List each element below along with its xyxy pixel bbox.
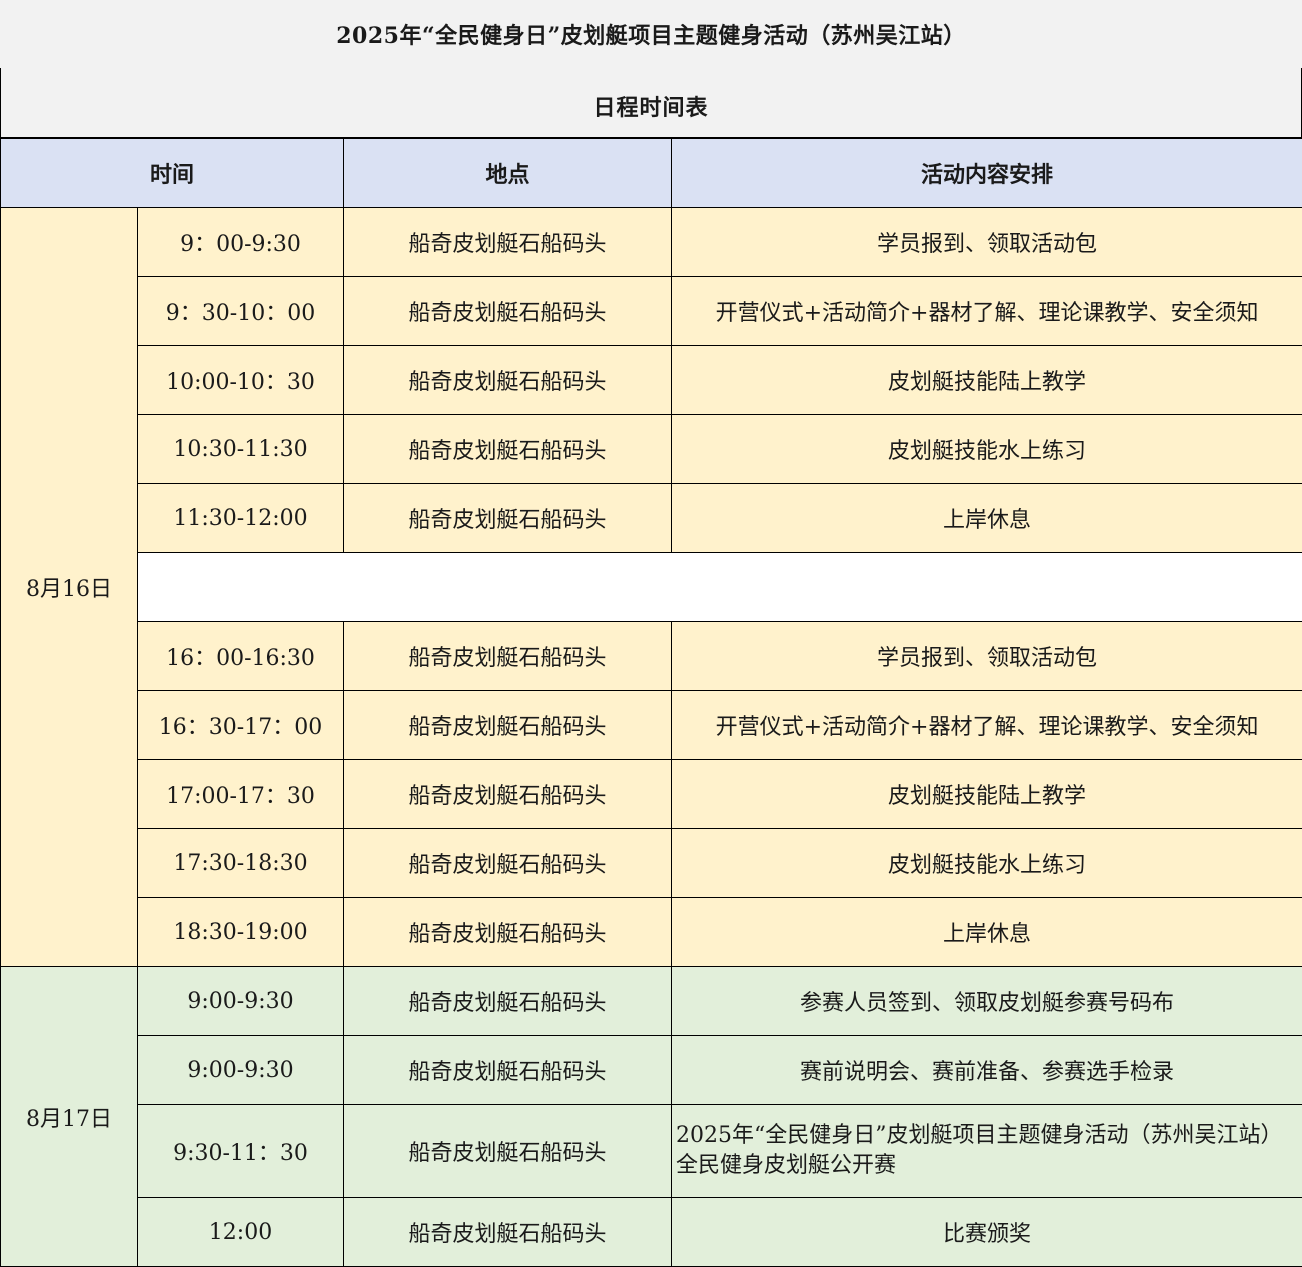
schedule-sheet: 2025年“全民健身日”皮划艇项目主题健身活动（苏州吴江站） 日程时间表 时间 …: [0, 0, 1302, 1267]
time-cell: 9:00-9:30: [136, 1035, 345, 1105]
break-row: [1, 552, 1302, 622]
time-cell: 10:00-10：30: [136, 345, 345, 415]
column-header-time: 时间: [0, 138, 345, 208]
time-cell: 18:30-19:00: [136, 897, 345, 967]
time-cell: 10:30-11:30: [136, 414, 345, 484]
title-border-left: [0, 68, 1, 138]
column-header-activity: 活动内容安排: [671, 138, 1302, 208]
table-row: 12:00 船奇皮划艇石船码头 比赛颁奖: [1, 1197, 1302, 1267]
location-cell: 船奇皮划艇石船码头: [343, 1104, 673, 1198]
activity-cell: 比赛颁奖: [671, 1197, 1302, 1267]
location-cell: 船奇皮划艇石船码头: [343, 759, 673, 829]
time-cell: 9:00-9:30: [136, 966, 345, 1036]
date-cell-day2: 8月17日: [0, 966, 138, 1267]
activity-cell: 学员报到、领取活动包: [671, 621, 1302, 691]
table-row: 11:30-12:00 船奇皮划艇石船码头 上岸休息: [1, 483, 1302, 553]
location-cell: 船奇皮划艇石船码头: [343, 966, 673, 1036]
time-cell: 9：00-9:30: [136, 207, 345, 277]
location-cell: 船奇皮划艇石船码头: [343, 276, 673, 346]
activity-cell: 皮划艇技能水上练习: [671, 414, 1302, 484]
activity-cell: 赛前说明会、赛前准备、参赛选手检录: [671, 1035, 1302, 1105]
table-row: 10:00-10：30 船奇皮划艇石船码头 皮划艇技能陆上教学: [1, 345, 1302, 415]
table-row: 10:30-11:30 船奇皮划艇石船码头 皮划艇技能水上练习: [1, 414, 1302, 484]
activity-cell: 开营仪式+活动简介+器材了解、理论课教学、安全须知: [671, 276, 1302, 346]
title-block: 2025年“全民健身日”皮划艇项目主题健身活动（苏州吴江站） 日程时间表: [0, 0, 1302, 138]
location-cell: 船奇皮划艇石船码头: [343, 897, 673, 967]
location-cell: 船奇皮划艇石船码头: [343, 345, 673, 415]
schedule-subtitle: 日程时间表: [593, 95, 709, 121]
activity-cell: 皮划艇技能水上练习: [671, 828, 1302, 898]
break-cell: [136, 552, 1302, 622]
location-cell: 船奇皮划艇石船码头: [343, 414, 673, 484]
date-cell-day1: 8月16日: [0, 207, 138, 967]
location-cell: 船奇皮划艇石船码头: [343, 1035, 673, 1105]
location-cell: 船奇皮划艇石船码头: [343, 207, 673, 277]
time-cell: 17:30-18:30: [136, 828, 345, 898]
time-cell: 12:00: [136, 1197, 345, 1267]
page-title: 2025年“全民健身日”皮划艇项目主题健身活动（苏州吴江站）: [336, 23, 966, 49]
location-cell: 船奇皮划艇石船码头: [343, 621, 673, 691]
table-row: 9：30-10：00 船奇皮划艇石船码头 开营仪式+活动简介+器材了解、理论课教…: [1, 276, 1302, 346]
table-row: 9:00-9:30 船奇皮划艇石船码头 赛前说明会、赛前准备、参赛选手检录: [1, 1035, 1302, 1105]
column-header-location: 地点: [343, 138, 673, 208]
activity-cell: 皮划艇技能陆上教学: [671, 345, 1302, 415]
activity-cell: 皮划艇技能陆上教学: [671, 759, 1302, 829]
table-row: 18:30-19:00 船奇皮划艇石船码头 上岸休息: [1, 897, 1302, 967]
activity-cell: 上岸休息: [671, 483, 1302, 553]
table-row: 8月16日 9：00-9:30 船奇皮划艇石船码头 学员报到、领取活动包: [0, 207, 1302, 967]
time-cell: 17:00-17：30: [136, 759, 345, 829]
table-row: 16：30-17：00 船奇皮划艇石船码头 开营仪式+活动简介+器材了解、理论课…: [1, 690, 1302, 760]
activity-cell: 开营仪式+活动简介+器材了解、理论课教学、安全须知: [671, 690, 1302, 760]
location-cell: 船奇皮划艇石船码头: [343, 483, 673, 553]
location-cell: 船奇皮划艇石船码头: [343, 690, 673, 760]
table-row: 16：00-16:30 船奇皮划艇石船码头 学员报到、领取活动包: [1, 621, 1302, 691]
location-cell: 船奇皮划艇石船码头: [343, 1197, 673, 1267]
location-cell: 船奇皮划艇石船码头: [343, 828, 673, 898]
table-row: 9:30-11：30 船奇皮划艇石船码头 2025年“全民健身日”皮划艇项目主题…: [1, 1104, 1302, 1198]
activity-cell: 2025年“全民健身日”皮划艇项目主题健身活动（苏州吴江站）全民健身皮划艇公开赛: [671, 1104, 1302, 1198]
time-cell: 9：30-10：00: [136, 276, 345, 346]
activity-cell: 学员报到、领取活动包: [671, 207, 1302, 277]
header-row: 时间 地点 活动内容安排: [0, 138, 1302, 208]
table-row: 8月17日 9:00-9:30 船奇皮划艇石船码头 参赛人员签到、领取皮划艇参赛…: [0, 966, 1302, 1267]
time-cell: 16：00-16:30: [136, 621, 345, 691]
table-row: 17:30-18:30 船奇皮划艇石船码头 皮划艇技能水上练习: [1, 828, 1302, 898]
activity-cell: 参赛人员签到、领取皮划艇参赛号码布: [671, 966, 1302, 1036]
schedule-table: 时间 地点 活动内容安排 8月16日 9：00-9:30 船奇皮划艇石船码头 学…: [0, 138, 1302, 1267]
activity-cell: 上岸休息: [671, 897, 1302, 967]
time-cell: 16：30-17：00: [136, 690, 345, 760]
time-cell: 11:30-12:00: [136, 483, 345, 553]
table-row: 17:00-17：30 船奇皮划艇石船码头 皮划艇技能陆上教学: [1, 759, 1302, 829]
time-cell: 9:30-11：30: [136, 1104, 345, 1198]
